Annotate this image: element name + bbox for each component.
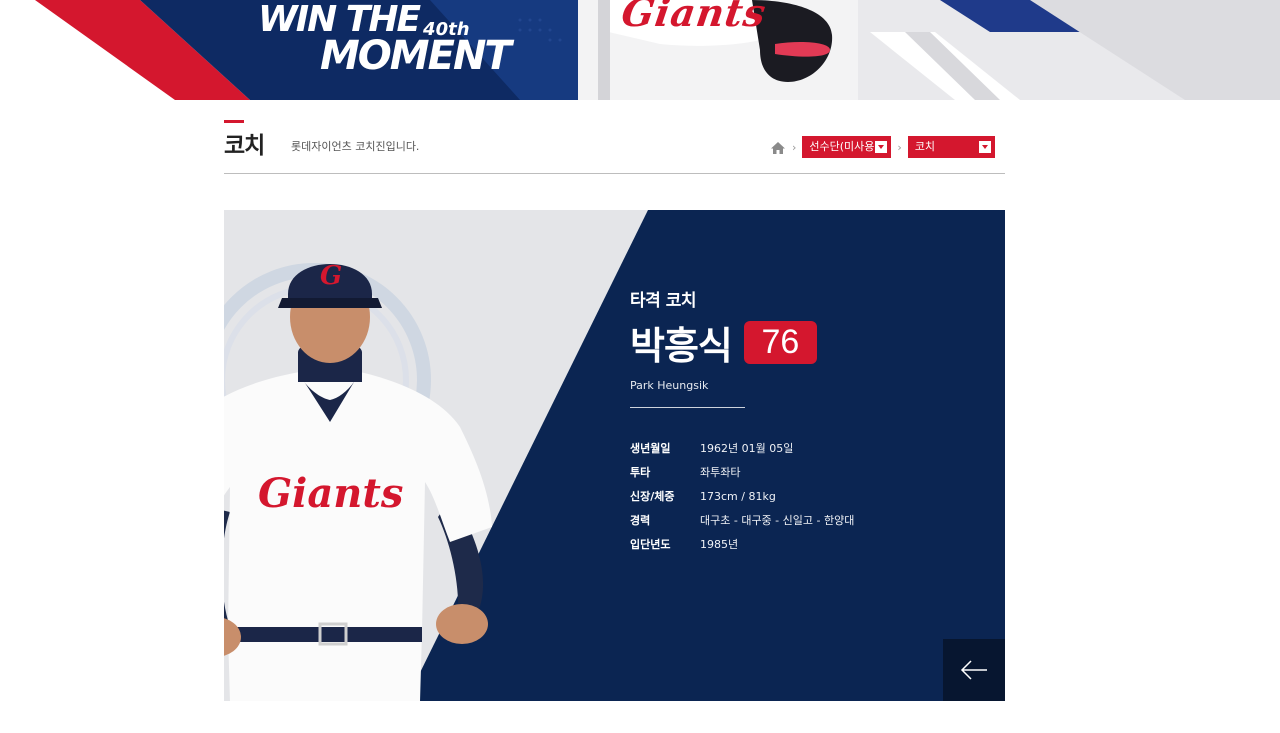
banner-jersey-logo: Giants	[618, 0, 770, 35]
coach-profile-card: G Giants 타격 코치 박흥식 76 Park Heungsik 생년월일…	[224, 210, 1005, 701]
coach-info: 타격 코치 박흥식 76 Park Heungsik 생년월일 1962년 01…	[630, 286, 854, 557]
stat-label: 생년월일	[630, 442, 671, 455]
stat-value: 1962년 01월 05일	[700, 442, 794, 455]
back-button[interactable]	[943, 639, 1005, 701]
stat-value: 173cm / 81kg	[700, 490, 776, 503]
breadcrumb: › 선수단(미사용 › 코치	[770, 136, 995, 158]
banner-slogan-line2: MOMENT	[320, 33, 512, 79]
page-description: 롯데자이언츠 코치진입니다.	[291, 140, 420, 153]
banner-superscript: 40th	[423, 19, 470, 40]
coach-photo: G Giants	[224, 261, 492, 701]
stat-label: 경력	[630, 514, 651, 527]
coach-name-english: Park Heungsik	[630, 379, 709, 392]
coach-stats: 생년월일 1962년 01월 05일 투타 좌투좌타 신장/체중 173cm /…	[630, 437, 854, 557]
title-accent-bar	[224, 120, 244, 123]
breadcrumb-select-category-label: 코치	[914, 140, 936, 153]
stat-value: 좌투좌타	[700, 466, 741, 479]
breadcrumb-select-team[interactable]: 선수단(미사용	[802, 136, 892, 158]
breadcrumb-select-team-label: 선수단(미사용	[809, 140, 875, 153]
stat-row-throws-bats: 투타 좌투좌타	[630, 461, 854, 485]
divider	[630, 407, 745, 408]
stat-row-birthdate: 생년월일 1962년 01월 05일	[630, 437, 854, 461]
breadcrumb-select-category[interactable]: 코치	[907, 136, 995, 158]
coach-name: 박흥식	[630, 324, 733, 368]
svg-text:G: G	[320, 261, 342, 291]
uniform-number-badge: 76	[743, 321, 817, 364]
chevron-down-icon	[875, 141, 888, 153]
stat-label: 입단년도	[630, 538, 671, 551]
coach-role: 타격 코치	[630, 291, 696, 311]
home-icon[interactable]	[770, 140, 786, 154]
breadcrumb-separator-icon: ›	[897, 140, 902, 154]
stat-row-joined-year: 입단년도 1985년	[630, 533, 854, 557]
coach-name-row: 박흥식 76	[630, 315, 854, 370]
breadcrumb-separator-icon: ›	[792, 140, 797, 154]
page-header: 코치 롯데자이언츠 코치진입니다. › 선수단(미사용 › 코치	[224, 118, 1005, 174]
chevron-down-icon	[978, 141, 991, 153]
page-title: 코치	[224, 133, 265, 159]
stat-value: 대구초 - 대구중 - 신일고 - 한양대	[700, 514, 855, 527]
top-banner: Giants WIN THE 40th MOMENT	[0, 0, 1280, 100]
stat-value: 1985년	[700, 538, 739, 551]
banner-slogan: WIN THE 40th MOMENT	[258, 2, 512, 79]
stat-label: 투타	[630, 466, 651, 479]
arrow-left-icon	[960, 660, 987, 680]
stat-row-height-weight: 신장/체중 173cm / 81kg	[630, 485, 854, 509]
jersey-logo: Giants	[258, 470, 403, 517]
stat-label: 신장/체중	[630, 490, 675, 503]
stat-row-career: 경력 대구초 - 대구중 - 신일고 - 한양대	[630, 509, 854, 533]
